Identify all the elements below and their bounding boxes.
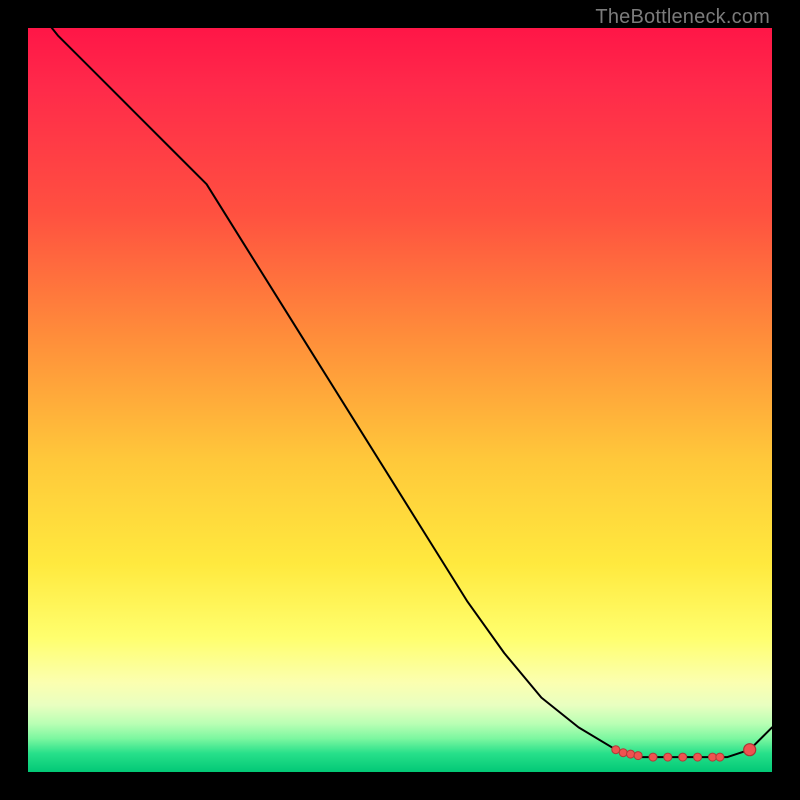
bottleneck-curve bbox=[28, 0, 772, 757]
curve-marker bbox=[716, 753, 724, 761]
chart-frame: TheBottleneck.com bbox=[0, 0, 800, 800]
curve-markers bbox=[612, 744, 756, 761]
chart-overlay bbox=[28, 28, 772, 772]
curve-marker bbox=[649, 753, 657, 761]
curve-marker bbox=[634, 752, 642, 760]
curve-marker bbox=[619, 749, 627, 757]
watermark-text: TheBottleneck.com bbox=[595, 6, 770, 29]
curve-marker bbox=[612, 746, 620, 754]
curve-marker bbox=[664, 753, 672, 761]
curve-marker bbox=[694, 753, 702, 761]
curve-marker bbox=[709, 753, 717, 761]
curve-marker bbox=[679, 753, 687, 761]
curve-marker bbox=[744, 744, 756, 756]
curve-marker bbox=[627, 750, 635, 758]
